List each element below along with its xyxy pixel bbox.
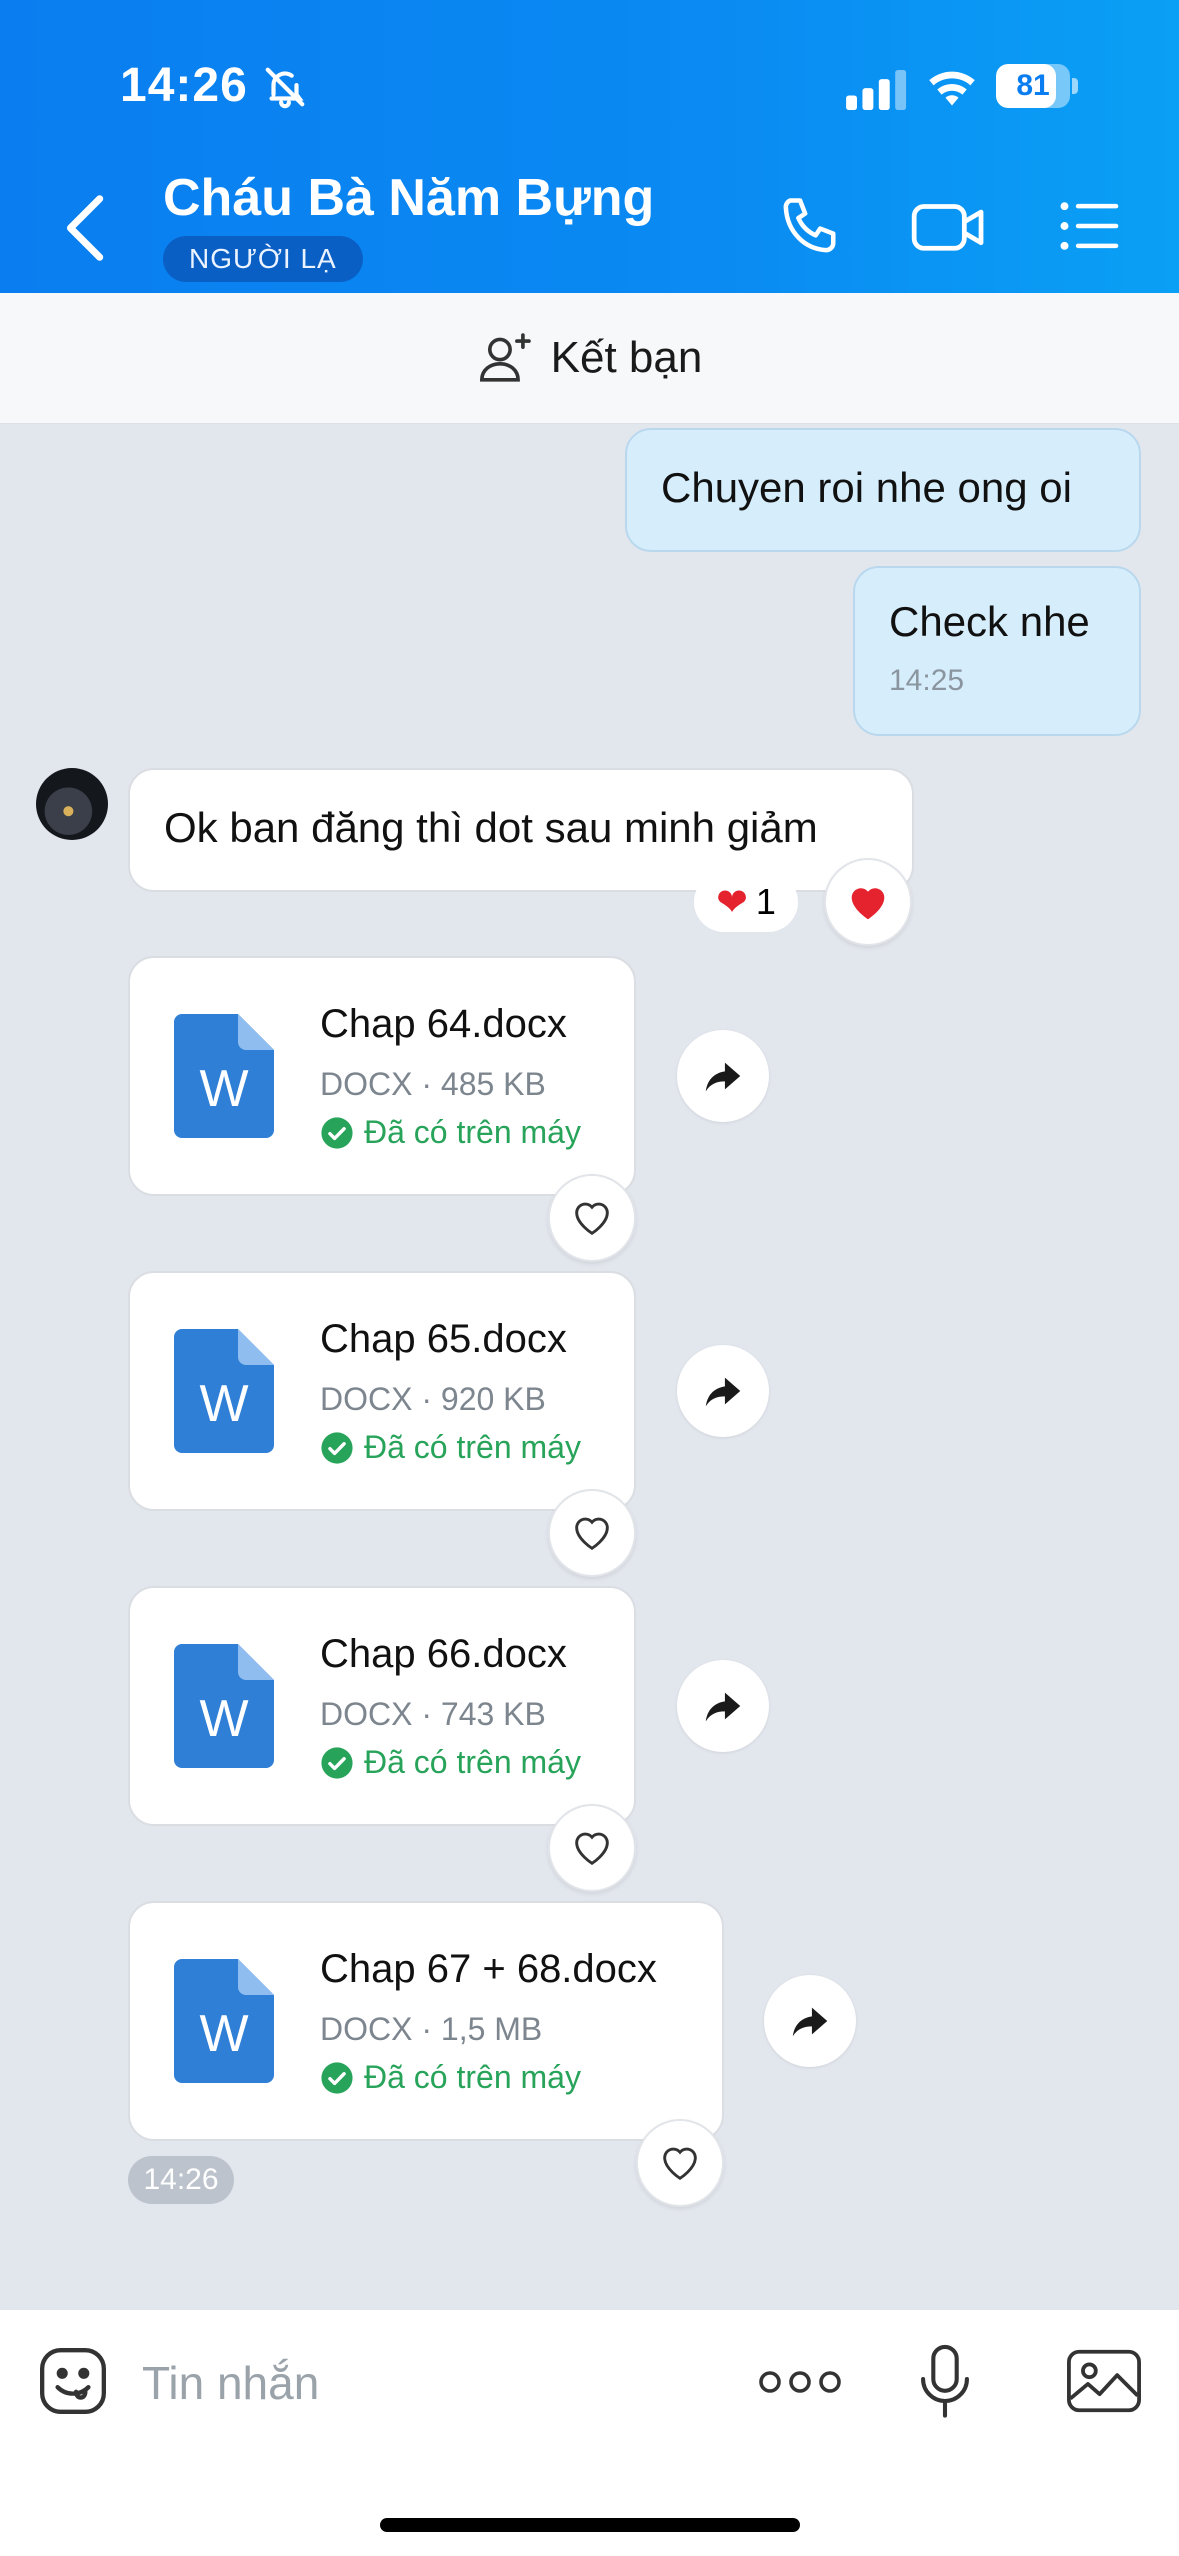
share-icon [705,1062,741,1092]
message-bubble-incoming[interactable]: Ok ban đăng thì dot sau minh giảm [128,768,914,892]
file-status-label: Đã có trên máy [364,1114,581,1150]
word-doc-icon: W [174,1014,274,1138]
file-status: Đã có trên máy [320,2059,581,2096]
file-status-label: Đã có trên máy [364,1429,581,1465]
file-status: Đã có trên máy [320,1429,581,1466]
message-group-time: 14:26 [128,2156,234,2204]
share-icon [705,1377,741,1407]
phone-icon[interactable] [776,192,844,260]
check-circle-icon [321,1116,353,1149]
heart-icon [575,1832,609,1866]
file-name: Chap 64.docx [320,1002,567,1046]
reaction-count: 1 [755,881,776,922]
mic-icon[interactable] [918,2344,972,2420]
like-button[interactable] [548,1174,636,1262]
svg-text:W: W [199,2005,248,2063]
add-friend-button[interactable]: Kết bạn [0,293,1179,424]
share-button[interactable] [677,1030,769,1122]
chat-title[interactable]: Cháu Bà Năm Bựng [163,168,654,228]
wifi-icon [929,71,975,106]
file-name: Chap 65.docx [320,1317,567,1361]
menu-icon[interactable] [1056,192,1124,260]
check-circle-icon [321,2061,353,2094]
like-button[interactable] [636,2119,724,2207]
add-friend-label: Kết bạn [550,333,703,382]
back-icon[interactable] [58,190,118,266]
check-circle-icon [321,1431,353,1464]
message-text: Ok ban đăng thì dot sau minh giảm [164,804,818,851]
file-name: Chap 66.docx [320,1632,567,1676]
file-meta: DOCX · 485 KB [320,1066,546,1102]
like-button[interactable] [548,1489,636,1577]
composer [0,2310,1179,2556]
chat-header: 14:26 81 Cháu Bà Năm Bựng NGƯỜI LẠ [0,0,1179,293]
file-card[interactable]: W Chap 65.docx DOCX · 920 KB Đã có trên … [128,1271,636,1511]
file-card[interactable]: W Chap 66.docx DOCX · 743 KB Đã có trên … [128,1586,636,1826]
message-time: 14:25 [889,664,965,697]
like-button[interactable] [548,1804,636,1892]
file-meta: DOCX · 920 KB [320,1381,546,1417]
file-card[interactable]: W Chap 67 + 68.docx DOCX · 1,5 MB Đã có … [128,1901,724,2141]
svg-text:W: W [199,1060,248,1118]
reaction-summary[interactable]: ❤ 1 [694,872,798,932]
message-input[interactable] [140,2346,704,2420]
status-time: 14:26 [120,59,248,112]
heart-icon: ❤ [716,881,748,924]
svg-text:W: W [199,1375,248,1433]
share-icon [705,1692,741,1722]
emoji-icon[interactable] [36,2344,110,2418]
svg-text:W: W [199,1690,248,1748]
home-indicator [380,2518,800,2532]
share-button[interactable] [764,1975,856,2067]
share-button[interactable] [677,1345,769,1437]
file-status: Đã có trên máy [320,1744,581,1781]
word-doc-icon: W [174,1959,274,2083]
heart-icon [663,2147,697,2181]
file-status: Đã có trên máy [320,1114,581,1151]
add-friend-icon [479,333,531,382]
share-icon [792,2007,828,2037]
avatar[interactable] [36,768,108,840]
word-doc-icon: W [174,1329,274,1453]
heart-icon [851,888,885,920]
image-icon[interactable] [1066,2348,1142,2414]
message-text: Chuyen roi nhe ong oi [661,464,1072,511]
bell-off-icon [265,67,305,109]
file-meta: DOCX · 1,5 MB [320,2011,543,2047]
heart-icon [575,1517,609,1551]
more-icon[interactable] [758,2362,842,2402]
file-meta: DOCX · 743 KB [320,1696,546,1732]
react-button[interactable] [824,858,912,946]
message-bubble-outgoing[interactable]: Chuyen roi nhe ong oi [625,428,1141,552]
share-button[interactable] [677,1660,769,1752]
stranger-badge: NGƯỜI LẠ [163,236,363,282]
file-card[interactable]: W Chap 64.docx DOCX · 485 KB Đã có trên … [128,956,636,1196]
file-name: Chap 67 + 68.docx [320,1947,657,1991]
heart-icon [575,1202,609,1236]
message-bubble-outgoing[interactable]: Check nhe 14:25 [853,566,1141,736]
check-circle-icon [321,1746,353,1779]
file-status-label: Đã có trên máy [364,2059,581,2095]
signal-icon [846,70,907,110]
battery-icon: 81 [996,64,1078,110]
word-doc-icon: W [174,1644,274,1768]
message-text: Check nhe [889,598,1090,645]
file-status-label: Đã có trên máy [364,1744,581,1780]
battery-level: 81 [1016,69,1050,102]
video-icon[interactable] [910,192,988,260]
